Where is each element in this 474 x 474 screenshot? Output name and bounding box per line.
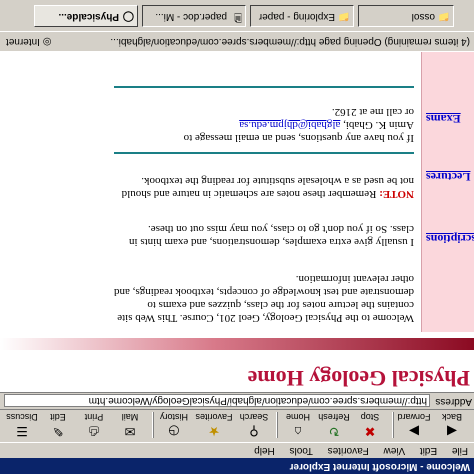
history-label: History [160,412,189,422]
title-bar: Welcome - Microsoft Internet Explorer [0,458,474,474]
mail-label: Mail [121,412,139,422]
print-label: Print [84,412,104,422]
menu-bar: File Edit View Favorites Tools Help [0,443,474,458]
task-label: ossol [411,11,435,22]
mail-icon: ✉ [124,424,136,439]
contact-phone: or call me at 2162. [331,106,414,118]
contact-email-link[interactable]: alghabi@dhjpm.edu.sa [239,119,340,131]
back-label: Back [442,412,463,422]
toolbar-separator [392,412,394,438]
sidebar: Descriptions Lectures Exams [421,42,474,332]
forward-arrow-icon: ▶ [409,424,419,439]
address-input[interactable]: http://members.spree.com/education/algha… [4,394,430,407]
menu-help[interactable]: Help [248,443,281,458]
status-zone: ◎ Internet [6,36,51,47]
discuss-label: Discuss [6,412,38,422]
banner-rule [0,338,474,350]
home-button[interactable]: ⌂ Home [278,410,318,441]
history-button[interactable]: ◷ History [154,410,194,441]
main-text: Welcome to the Physical Geology, Geol 20… [114,42,414,332]
menu-file[interactable]: File [446,443,474,458]
home-icon: ⌂ [294,424,302,439]
search-label: Search [239,412,269,422]
note-label: NOTE: [379,188,414,200]
status-zone-label: Internet [6,36,40,47]
menu-edit[interactable]: Edit [414,443,443,458]
toolbar: ◀ Back ▶ Forward ✖ Stop ↻ Refresh ⌂ Home… [0,409,474,443]
back-button[interactable]: ◀ Back [432,410,472,441]
favorites-button[interactable]: ★ Favorites [194,410,234,441]
home-label: Home [286,412,311,422]
menu-view[interactable]: View [378,443,412,458]
welcome-paragraph: Welcome to the Physical Geology, Geol 20… [114,273,414,324]
refresh-button[interactable]: ↻ Refresh [314,410,354,441]
favorites-label: Favorites [195,412,233,422]
search-button[interactable]: ⚲ Search [234,410,274,441]
page-title: Physical Geology Home [247,366,470,391]
internet-globe-icon: ◎ [42,36,52,47]
task-button-word[interactable]: 🗎 paper.doc - Mi... [142,5,246,27]
address-label: Address [435,396,472,407]
forward-button[interactable]: ▶ Forward [394,410,434,441]
sidebar-link-exams[interactable]: Exams [426,111,461,126]
explorer-icon: 📁 [337,11,350,22]
task-button-ossol[interactable]: 📁 ossol [358,5,454,27]
task-button-browser[interactable]: ◯ Physicalde... [34,5,138,27]
discuss-button[interactable]: ☰ Discuss [2,410,42,441]
sidebar-link-lectures[interactable]: Lectures [426,169,470,184]
history-icon: ◷ [168,424,180,439]
task-button-exploring[interactable]: 📁 Exploring - paper [250,5,354,27]
status-text: (4 items remaining) Opening page http://… [110,36,470,47]
task-label: Exploring - paper [258,11,335,22]
horizontal-rule [114,152,414,154]
window-title: Welcome - Microsoft Internet Explorer [289,461,470,472]
internet-explorer-icon: ◯ [122,11,134,22]
address-bar: Address http://members.spree.com/educati… [0,392,474,409]
task-label: Physicalde... [58,11,119,22]
print-button[interactable]: ⎙ Print [74,410,114,441]
note-text: Remember these notes are schematic in na… [121,175,414,200]
note-paragraph: NOTE: Remember these notes are schematic… [114,174,414,200]
page-content: Physical Geology Home Descriptions Lectu… [0,42,474,392]
toolbar-separator [276,412,278,438]
horizontal-rule [114,86,414,88]
search-icon: ⚲ [249,424,259,439]
forward-label: Forward [397,412,431,422]
favorites-icon: ★ [208,424,220,439]
back-arrow-icon: ◀ [447,424,457,439]
status-bar: (4 items remaining) Opening page http://… [0,32,474,52]
menu-tools[interactable]: Tools [284,443,319,458]
toolbar-separator [152,412,154,438]
contact-intro: If you have any questions, send an email… [183,132,414,144]
discuss-icon: ☰ [16,424,28,439]
stop-label: Stop [360,412,380,422]
contact-paragraph: If you have any questions, send an email… [183,106,414,144]
page-banner: Physical Geology Home [0,332,474,392]
edit-icon: ✎ [52,424,64,439]
stop-icon: ✖ [364,424,376,439]
mail-button[interactable]: ✉ Mail [110,410,150,441]
menu-favorites[interactable]: Favorites [322,443,375,458]
stop-button[interactable]: ✖ Stop [350,410,390,441]
print-icon: ⎙ [88,424,100,439]
refresh-label: Refresh [318,412,350,422]
word-document-icon: 🗎 [233,11,242,22]
browser-window: Welcome - Microsoft Internet Explorer Fi… [0,0,474,474]
contact-name: Amin K. Ghabi [345,119,414,131]
folder-icon: 📁 [437,11,450,22]
sidebar-link-descriptions[interactable]: Descriptions [426,231,474,246]
edit-button[interactable]: ✎ Edit [38,410,78,441]
examples-paragraph: I usually give extra examples, demonstra… [128,223,414,248]
edit-label: Edit [50,412,66,422]
taskbar: 📁 ossol 📁 Exploring - paper 🗎 paper.doc … [0,0,474,32]
refresh-icon: ↻ [328,424,340,439]
task-label: paper.doc - Mi... [155,11,227,22]
